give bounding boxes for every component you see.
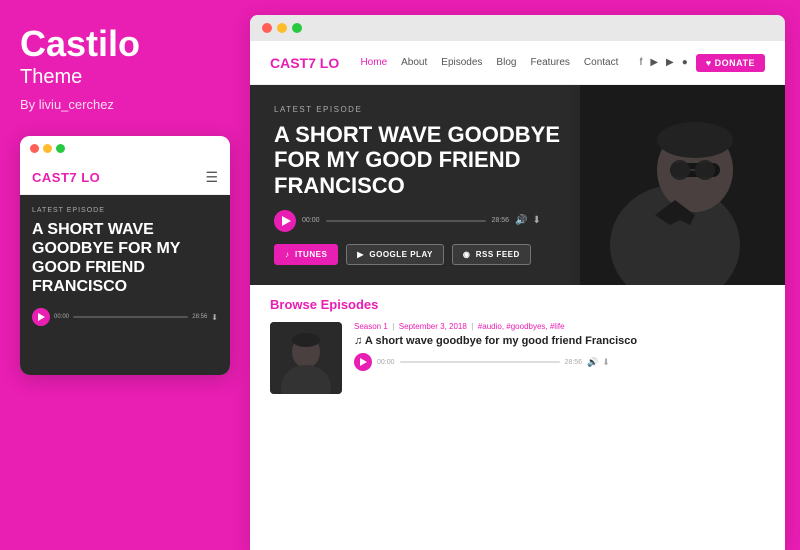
nav-links: Home About Episodes Blog Features Contac… bbox=[360, 57, 618, 68]
episode-row: Season 1 | September 3, 2018 | #audio, #… bbox=[270, 322, 765, 394]
mobile-player: 00:00 28:56 ⬇ bbox=[32, 308, 218, 326]
mobile-progress-bar bbox=[73, 316, 188, 318]
hero-player-icons: 🔊 ⬇ bbox=[515, 215, 541, 226]
hero-time-start: 00:00 bbox=[302, 217, 320, 224]
hero-play-triangle-icon bbox=[282, 216, 291, 226]
mobile-titlebar bbox=[20, 136, 230, 161]
play-triangle-icon bbox=[38, 313, 45, 321]
episode-season: Season 1 bbox=[354, 322, 388, 331]
rss-feed-button[interactable]: ◉ RSS FEED bbox=[452, 244, 531, 265]
mobile-logo-symbol: 7 bbox=[69, 170, 77, 185]
browser-close-dot[interactable] bbox=[262, 23, 272, 33]
mobile-site-logo: CAST7 LO bbox=[32, 170, 100, 185]
episode-time-start: 00:00 bbox=[377, 359, 395, 366]
theme-author: By liviu_cerchez bbox=[20, 97, 114, 112]
twitter-icon[interactable]: ▶ bbox=[666, 57, 674, 68]
youtube-icon[interactable]: ▶ bbox=[650, 57, 658, 68]
site-logo: CAST7 LO bbox=[270, 55, 339, 71]
mobile-preview-card: CAST7 LO ☰ LATEST EPISODE A SHORT WAVE G… bbox=[20, 136, 230, 375]
spotify-icon[interactable]: ● bbox=[682, 57, 688, 68]
episode-thumb-svg bbox=[270, 322, 342, 394]
hero-duration: 28:56 bbox=[492, 217, 510, 224]
episode-info: Season 1 | September 3, 2018 | #audio, #… bbox=[354, 322, 765, 371]
minimize-dot bbox=[43, 144, 52, 153]
browse-title: Browse bbox=[270, 297, 317, 312]
nav-about[interactable]: About bbox=[401, 57, 427, 68]
browser-content: CAST7 LO Home About Episodes Blog Featur… bbox=[250, 41, 785, 550]
mobile-duration: 28:56 bbox=[192, 314, 207, 320]
browser-window: CAST7 LO Home About Episodes Blog Featur… bbox=[250, 15, 785, 550]
volume-icon[interactable]: 🔊 bbox=[515, 215, 527, 226]
maximize-dot bbox=[56, 144, 65, 153]
hamburger-icon[interactable]: ☰ bbox=[205, 169, 218, 186]
google-play-button[interactable]: ▶ GOOGLE PLAY bbox=[346, 244, 444, 265]
episode-player: 00:00 28:56 🔊 ⬇ bbox=[354, 353, 765, 371]
nav-features[interactable]: Features bbox=[530, 57, 569, 68]
mobile-time-start: 00:00 bbox=[54, 314, 69, 320]
mobile-hero: LATEST EPISODE A SHORT WAVE GOODBYE FOR … bbox=[20, 195, 230, 375]
episode-player-icons: 🔊 ⬇ bbox=[587, 357, 610, 368]
facebook-icon[interactable]: f bbox=[640, 57, 643, 68]
episode-play-button[interactable] bbox=[354, 353, 372, 371]
hero-episode-title: A SHORT WAVE GOODBYE FOR MY GOOD FRIEND … bbox=[274, 122, 574, 198]
logo-cast: CAST bbox=[270, 55, 308, 71]
left-panel: Castilo Theme By liviu_cerchez CAST7 LO … bbox=[0, 0, 250, 550]
episode-meta: Season 1 | September 3, 2018 | #audio, #… bbox=[354, 322, 765, 331]
nav-contact[interactable]: Contact bbox=[584, 57, 618, 68]
browser-minimize-dot[interactable] bbox=[277, 23, 287, 33]
theme-title: Castilo bbox=[20, 24, 140, 64]
hero-play-button[interactable] bbox=[274, 210, 296, 232]
episode-download-icon[interactable]: ⬇ bbox=[602, 357, 610, 368]
browser-maximize-dot[interactable] bbox=[292, 23, 302, 33]
download-icon[interactable]: ⬇ bbox=[211, 313, 218, 322]
nav-episodes[interactable]: Episodes bbox=[441, 57, 482, 68]
site-navigation: CAST7 LO Home About Episodes Blog Featur… bbox=[250, 41, 785, 85]
itunes-button[interactable]: ♪ ITUNES bbox=[274, 244, 338, 265]
episode-volume-icon[interactable]: 🔊 bbox=[587, 357, 598, 368]
episode-progress-bar bbox=[400, 361, 560, 363]
episode-thumbnail bbox=[270, 322, 342, 394]
logo-symbol: 7 bbox=[308, 55, 316, 71]
hero-buttons: ♪ ITUNES ▶ GOOGLE PLAY ◉ RSS FEED bbox=[274, 244, 761, 265]
nav-home[interactable]: Home bbox=[360, 57, 387, 68]
close-dot bbox=[30, 144, 39, 153]
episode-tags: #audio, #goodbyes, #life bbox=[478, 322, 565, 331]
episode-duration: 28:56 bbox=[565, 359, 583, 366]
donate-button[interactable]: ♥ DONATE bbox=[696, 54, 765, 72]
mobile-play-button[interactable] bbox=[32, 308, 50, 326]
hero-latest-label: LATEST EPISODE bbox=[274, 105, 761, 114]
ep-play-triangle-icon bbox=[360, 358, 367, 366]
mobile-logo-text: CAST bbox=[32, 170, 69, 185]
mobile-logo-suffix: LO bbox=[77, 170, 100, 185]
mobile-episode-title: A SHORT WAVE GOODBYE FOR MY GOOD FRIEND … bbox=[32, 220, 218, 297]
browse-section: Browse Episodes Season 1 | bbox=[250, 285, 785, 550]
nav-right: f ▶ ▶ ● ♥ DONATE bbox=[640, 54, 765, 72]
episode-title: ♫ A short wave goodbye for my good frien… bbox=[354, 335, 765, 347]
episode-date: September 3, 2018 bbox=[399, 322, 467, 331]
hero-content: LATEST EPISODE A SHORT WAVE GOODBYE FOR … bbox=[250, 85, 785, 285]
hero-section: LATEST EPISODE A SHORT WAVE GOODBYE FOR … bbox=[250, 85, 785, 285]
mobile-nav-header: CAST7 LO ☰ bbox=[20, 161, 230, 195]
browse-header: Browse Episodes bbox=[270, 297, 765, 312]
hero-progress-bar bbox=[326, 220, 486, 222]
hero-download-icon[interactable]: ⬇ bbox=[533, 215, 541, 226]
browser-titlebar bbox=[250, 15, 785, 41]
theme-subtitle: Theme bbox=[20, 66, 82, 89]
nav-blog[interactable]: Blog bbox=[496, 57, 516, 68]
browse-title-accent: Episodes bbox=[321, 297, 379, 312]
mobile-latest-label: LATEST EPISODE bbox=[32, 207, 218, 214]
logo-lo: LO bbox=[316, 55, 339, 71]
hero-player: 00:00 28:56 🔊 ⬇ bbox=[274, 210, 761, 232]
